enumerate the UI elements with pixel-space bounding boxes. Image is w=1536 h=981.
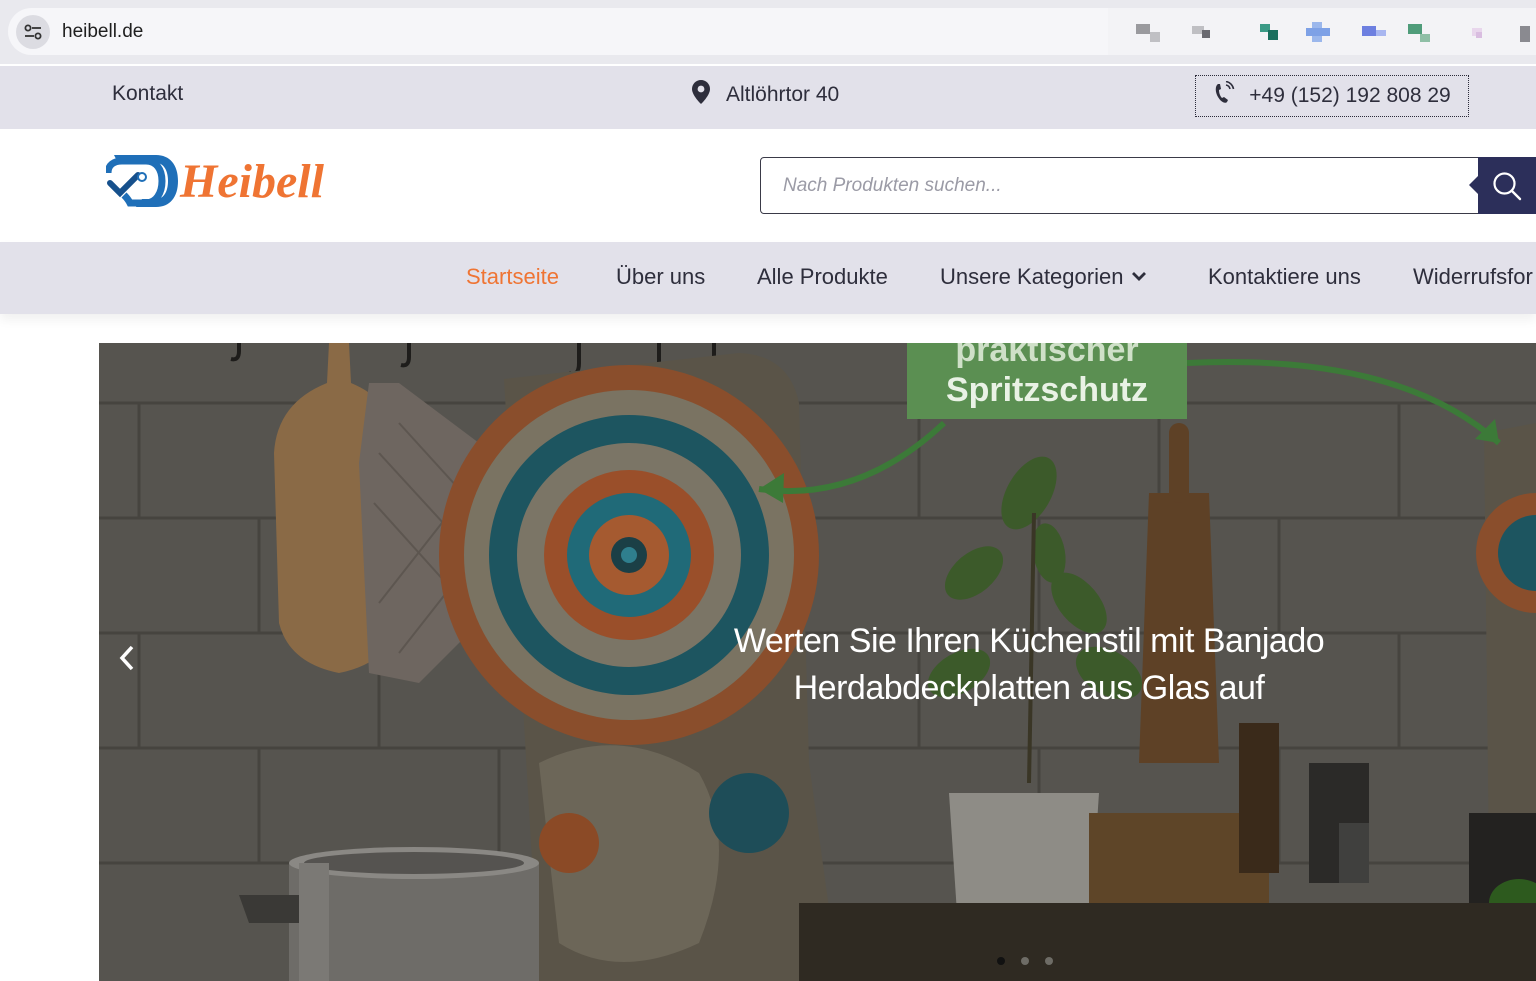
nav-item-ueber-uns[interactable]: Über uns: [616, 264, 705, 290]
main-navigation: Startseite Über uns Alle Produkte Unsere…: [0, 242, 1536, 314]
extension-icon-4[interactable]: [1306, 20, 1334, 44]
extension-icon-7[interactable]: [1468, 20, 1496, 44]
hero-slider: praktischer Spritzschutz Werten Sie Ihre…: [99, 343, 1536, 981]
site-header: Heibell: [0, 129, 1536, 242]
contact-link[interactable]: Kontakt: [112, 82, 183, 106]
slider-dot-1[interactable]: [997, 957, 1005, 965]
extensions-area: [1108, 8, 1536, 55]
map-pin-icon: [692, 80, 710, 110]
chevron-down-icon[interactable]: [1131, 270, 1147, 288]
logo-mark-icon: [106, 155, 178, 207]
image-label-top: praktischer: [955, 343, 1139, 369]
top-info-bar: Kontakt Altlöhrtor 40 +49 (152) 192 808 …: [0, 66, 1536, 129]
slider-dot-2[interactable]: [1021, 957, 1029, 965]
chevron-left-icon: [119, 645, 134, 671]
product-search: [760, 157, 1536, 214]
image-label: praktischer Spritzschutz: [907, 343, 1187, 419]
hero-caption-line-1: Werten Sie Ihren Küchenstil mit Banjado: [733, 622, 1325, 660]
nav-item-widerrufsformular[interactable]: Widerrufsfor: [1413, 264, 1533, 290]
address-text: Altlöhrtor 40: [726, 83, 840, 106]
extension-icon-5[interactable]: [1362, 20, 1390, 44]
extension-icon-6[interactable]: [1408, 20, 1436, 44]
logo-text: Heibell: [180, 154, 324, 208]
nav-item-startseite[interactable]: Startseite: [466, 264, 559, 290]
slider-prev-button[interactable]: [117, 643, 147, 683]
phone-number: +49 (152) 192 808 29: [1249, 84, 1451, 107]
phone-icon: [1213, 80, 1235, 111]
extension-icon-8[interactable]: [1518, 20, 1536, 44]
phone-button[interactable]: +49 (152) 192 808 29: [1195, 75, 1469, 117]
search-button[interactable]: [1469, 157, 1536, 214]
site-logo[interactable]: Heibell: [106, 149, 324, 213]
hero-caption: Werten Sie Ihren Küchenstil mit Banjado …: [719, 618, 1339, 712]
nav-item-kontaktiere-uns[interactable]: Kontaktiere uns: [1208, 264, 1361, 290]
search-icon: [1493, 171, 1522, 200]
browser-toolbar: heibell.de: [0, 0, 1536, 64]
tune-icon[interactable]: [16, 14, 50, 49]
search-input[interactable]: [760, 157, 1480, 214]
nav-item-unsere-kategorien[interactable]: Unsere Kategorien: [940, 264, 1123, 290]
extension-icon-2[interactable]: [1188, 20, 1216, 44]
url-text[interactable]: heibell.de: [62, 21, 143, 43]
address-bar[interactable]: heibell.de: [8, 8, 1108, 55]
image-label-text: Spritzschutz: [945, 371, 1149, 409]
slider-dots: [997, 957, 1053, 965]
hero-caption-line-2: Herdabdeckplatten aus Glas auf: [793, 669, 1265, 707]
address: Altlöhrtor 40: [692, 80, 839, 110]
nav-item-alle-produkte[interactable]: Alle Produkte: [757, 264, 888, 290]
extension-icon-3[interactable]: [1258, 20, 1286, 44]
extension-icon-1[interactable]: [1136, 20, 1164, 44]
slider-dot-3[interactable]: [1045, 957, 1053, 965]
